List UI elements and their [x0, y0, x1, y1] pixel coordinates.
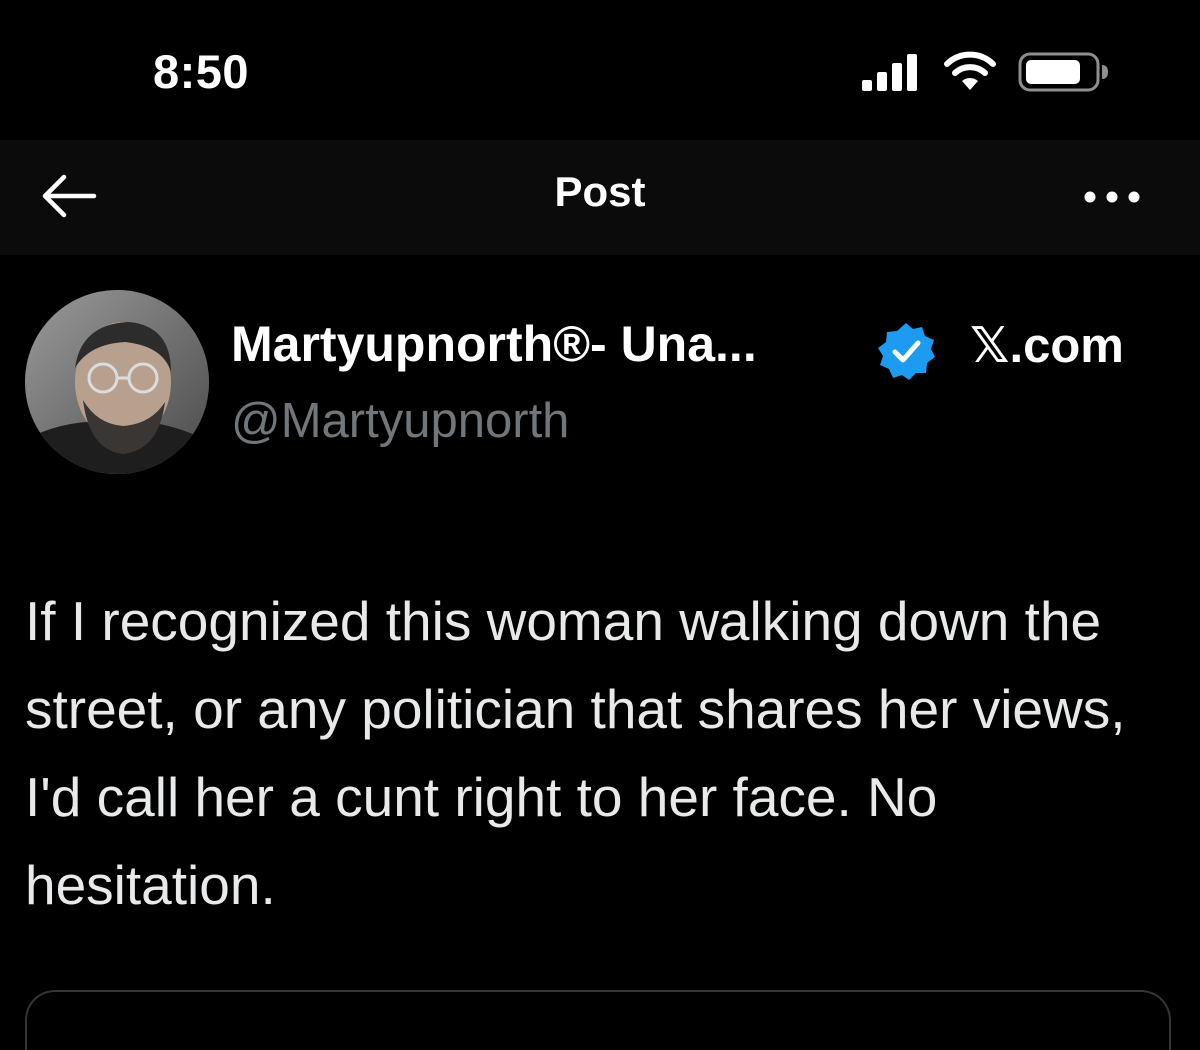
post: Martyupnorth®- Una... 𝕏.com @Martyupnort…: [0, 255, 1200, 1050]
domain-label: 𝕏.com: [970, 319, 1124, 373]
ellipsis-icon: [1084, 191, 1140, 203]
profile-photo: [25, 290, 209, 474]
status-bar: 8:50: [0, 0, 1200, 140]
status-icons: [860, 50, 1110, 94]
page-title: Post: [554, 168, 646, 215]
embedded-card[interactable]: [25, 990, 1171, 1050]
verified-badge-icon: [878, 323, 935, 380]
battery-icon: [1018, 52, 1108, 92]
top-nav-bar: Post: [0, 140, 1200, 255]
author-handle[interactable]: @Martyupnorth: [231, 393, 569, 449]
status-time: 8:50: [153, 45, 250, 98]
author-name[interactable]: Martyupnorth®- Una...: [231, 315, 757, 373]
avatar[interactable]: [25, 290, 209, 474]
wifi-icon: [944, 51, 996, 90]
post-text: If I recognized this woman walking down …: [25, 590, 1126, 916]
more-options-button[interactable]: [1080, 172, 1144, 222]
cellular-signal-icon: [862, 54, 917, 91]
